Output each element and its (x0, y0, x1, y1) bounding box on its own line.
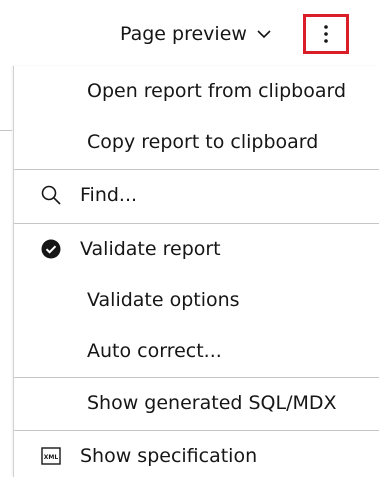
menu-item-validate-report[interactable]: Validate report (14, 224, 379, 274)
menu-item-label: Show specification (80, 445, 258, 467)
menu-item-label: Auto correct... (87, 340, 222, 362)
background-divider (0, 130, 12, 131)
menu-item-label: Find... (80, 184, 138, 206)
xml-icon-text: XML (44, 454, 59, 461)
xml-icon: XML (40, 445, 62, 467)
chevron-down-icon (256, 26, 272, 42)
view-mode-label: Page preview (120, 23, 247, 45)
menu-item-label: Validate report (80, 238, 221, 260)
menu-item-label: Open report from clipboard (87, 80, 347, 102)
report-editor-page: Page preview Open report from clipboard … (0, 0, 379, 477)
menu-item-find[interactable]: Find... (14, 170, 379, 220)
menu-item-show-generated-sql[interactable]: Show generated SQL/MDX (14, 378, 379, 428)
menu-item-auto-correct[interactable]: Auto correct... (14, 326, 379, 376)
search-icon (40, 184, 62, 206)
menu-item-label: Copy report to clipboard (87, 131, 319, 153)
menu-item-label: Validate options (87, 289, 240, 311)
overflow-menu: Open report from clipboard Copy report t… (13, 66, 379, 477)
overflow-menu-button[interactable] (303, 14, 349, 54)
menu-item-show-specification[interactable]: XML Show specification (14, 431, 379, 477)
toolbar: Page preview (0, 0, 379, 66)
menu-item-copy-to-clipboard[interactable]: Copy report to clipboard (14, 117, 379, 167)
view-mode-dropdown[interactable]: Page preview (120, 21, 272, 47)
overflow-menu-vertical-icon (324, 25, 328, 43)
menu-item-open-from-clipboard[interactable]: Open report from clipboard (14, 66, 379, 116)
menu-item-validate-options[interactable]: Validate options (14, 275, 379, 325)
checkmark-filled-icon (40, 238, 62, 260)
menu-item-label: Show generated SQL/MDX (87, 392, 337, 414)
